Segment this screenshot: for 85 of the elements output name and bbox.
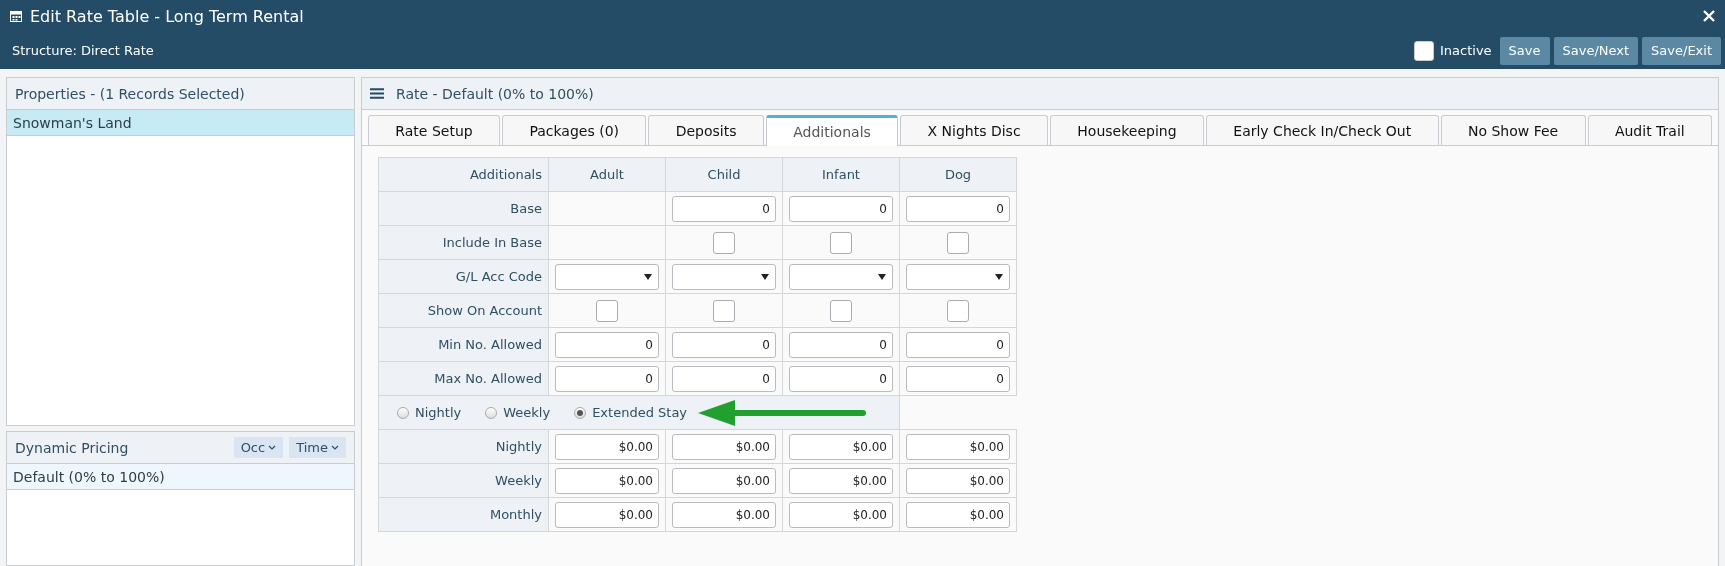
caret-icon bbox=[644, 273, 652, 280]
number-field[interactable]: 0 bbox=[789, 331, 893, 358]
checkbox[interactable] bbox=[947, 299, 969, 322]
checkbox[interactable] bbox=[713, 231, 735, 254]
number-field[interactable]: $0.00 bbox=[672, 467, 776, 494]
structure-label: Structure: Direct Rate bbox=[12, 43, 155, 58]
caret-icon bbox=[995, 273, 1003, 280]
checkbox[interactable] bbox=[830, 299, 852, 322]
checkbox-label: Inactive bbox=[1440, 43, 1492, 58]
filter-dropdown[interactable]: Time bbox=[289, 437, 346, 458]
number-field[interactable]: 0 bbox=[672, 195, 776, 222]
panel-title: Rate - Default (0% to 100%) bbox=[396, 85, 595, 102]
menu-icon[interactable] bbox=[370, 88, 384, 99]
tab[interactable]: No Show Fee bbox=[1440, 115, 1586, 145]
dropdown[interactable] bbox=[672, 263, 776, 290]
caret-icon bbox=[761, 273, 769, 280]
number-field[interactable]: 0 bbox=[672, 331, 776, 358]
number-field[interactable]: $0.00 bbox=[672, 501, 776, 528]
number-field[interactable]: $0.00 bbox=[906, 433, 1010, 460]
save-button[interactable]: Save/Next bbox=[1553, 36, 1639, 65]
save-button[interactable]: Save bbox=[1499, 36, 1550, 65]
column-header: Child bbox=[665, 157, 783, 192]
filter-dropdown[interactable]: Occ bbox=[233, 437, 284, 458]
row-label: Show On Account bbox=[378, 293, 549, 328]
save-button[interactable]: Save/Exit bbox=[1642, 36, 1721, 65]
dropdown[interactable] bbox=[906, 263, 1010, 290]
row-label: Weekly bbox=[378, 463, 549, 498]
caret-icon bbox=[878, 273, 886, 280]
tab[interactable]: Rate Setup bbox=[368, 115, 501, 145]
column-header: Dog bbox=[899, 157, 1017, 192]
panel-title: Dynamic Pricing bbox=[15, 439, 130, 456]
chevron-icon bbox=[268, 444, 277, 451]
number-field[interactable]: $0.00 bbox=[555, 501, 659, 528]
checkbox[interactable] bbox=[947, 231, 969, 254]
number-field[interactable]: $0.00 bbox=[906, 501, 1010, 528]
dropdown[interactable] bbox=[789, 263, 893, 290]
number-field[interactable]: 0 bbox=[906, 331, 1010, 358]
checkbox[interactable] bbox=[713, 299, 735, 322]
row-label: Base bbox=[378, 191, 549, 226]
number-field[interactable]: $0.00 bbox=[789, 501, 893, 528]
number-field[interactable]: 0 bbox=[555, 331, 659, 358]
pricing-item[interactable]: Default (0% to 100%) bbox=[7, 464, 354, 490]
tab[interactable]: Packages (0) bbox=[502, 115, 647, 145]
radio-button[interactable] bbox=[397, 406, 409, 419]
chevron-icon bbox=[331, 444, 339, 451]
number-field[interactable]: $0.00 bbox=[555, 433, 659, 460]
number-field[interactable]: 0 bbox=[789, 195, 893, 222]
window-title: Edit Rate Table - Long Term Rental bbox=[30, 6, 305, 26]
column-header: Adult bbox=[548, 157, 666, 192]
number-field[interactable]: 0 bbox=[672, 365, 776, 392]
row-label: Nightly bbox=[378, 429, 549, 464]
row-label: G/L Acc Code bbox=[378, 259, 549, 294]
tab[interactable]: Audit Trail bbox=[1587, 115, 1713, 145]
column-header: Additionals bbox=[378, 157, 549, 192]
radio-option[interactable]: Nightly bbox=[397, 405, 462, 420]
radio-button[interactable] bbox=[574, 406, 587, 419]
tab[interactable]: Additionals bbox=[765, 115, 899, 146]
tab[interactable]: Early Check In/Check Out bbox=[1205, 115, 1439, 145]
number-field[interactable]: $0.00 bbox=[555, 467, 659, 494]
close-icon[interactable] bbox=[1703, 10, 1715, 22]
row-label: Min No. Allowed bbox=[378, 327, 549, 362]
number-field[interactable]: 0 bbox=[789, 365, 893, 392]
checkbox[interactable] bbox=[596, 299, 618, 322]
property-item[interactable]: Snowman's Land bbox=[7, 110, 354, 136]
checkbox[interactable] bbox=[830, 231, 852, 254]
column-header: Infant bbox=[782, 157, 900, 192]
number-field[interactable]: $0.00 bbox=[789, 467, 893, 494]
number-field[interactable]: $0.00 bbox=[672, 433, 776, 460]
radio-option[interactable]: Extended Stay bbox=[574, 405, 688, 420]
number-field[interactable]: 0 bbox=[555, 365, 659, 392]
number-field[interactable]: 0 bbox=[906, 365, 1010, 392]
number-field[interactable]: 0 bbox=[906, 195, 1010, 222]
panel-title: Properties - (1 Records Selected) bbox=[15, 85, 246, 102]
row-label: Monthly bbox=[378, 497, 549, 532]
calendar-icon bbox=[10, 10, 22, 22]
number-field[interactable]: $0.00 bbox=[906, 467, 1010, 494]
tab[interactable]: X Nights Disc bbox=[900, 115, 1048, 145]
radio-button[interactable] bbox=[485, 406, 498, 419]
tab[interactable]: Housekeeping bbox=[1049, 115, 1204, 145]
row-label: Max No. Allowed bbox=[378, 361, 549, 396]
row-label: Include In Base bbox=[378, 225, 549, 260]
number-field[interactable]: $0.00 bbox=[789, 433, 893, 460]
dropdown[interactable] bbox=[555, 263, 659, 290]
radio-option[interactable]: Weekly bbox=[485, 405, 551, 420]
tab[interactable]: Deposits bbox=[648, 115, 764, 145]
